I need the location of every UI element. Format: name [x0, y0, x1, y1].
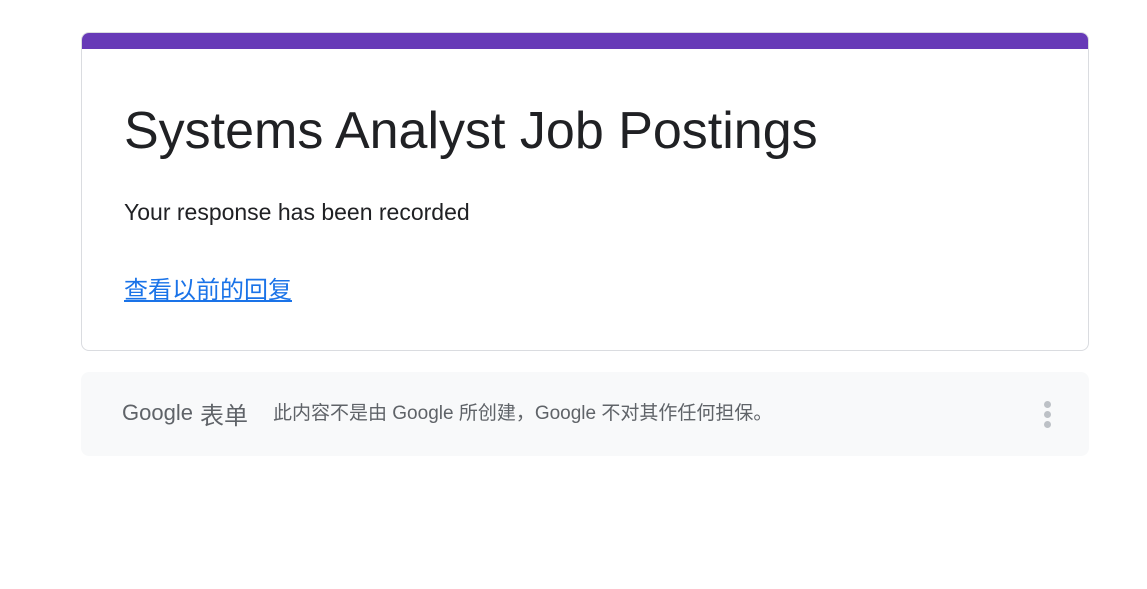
footer: Google 表单 此内容不是由 Google 所创建，Google 不对其作任… — [81, 372, 1089, 456]
disclaimer-text: 此内容不是由 Google 所创建，Google 不对其作任何担保。 — [273, 403, 773, 424]
form-accent-bar — [82, 33, 1088, 49]
brand-forms-text: 表单 — [199, 402, 248, 430]
confirmation-message: Your response has been recorded — [124, 199, 470, 225]
more-dot — [1043, 400, 1051, 408]
page: Systems Analyst Job Postings Your respon… — [0, 0, 1147, 589]
google-forms-logo[interactable]: Google 表单 — [122, 397, 248, 430]
more-dot — [1043, 420, 1051, 428]
more-vert-icon[interactable] — [1033, 394, 1061, 434]
form-card: Systems Analyst Job Postings Your respon… — [81, 32, 1089, 351]
view-previous-responses-link[interactable]: 查看以前的回复 — [124, 275, 292, 307]
brand-google-text: Google — [122, 400, 193, 425]
more-dot — [1043, 410, 1051, 418]
form-title: Systems Analyst Job Postings — [124, 102, 818, 160]
